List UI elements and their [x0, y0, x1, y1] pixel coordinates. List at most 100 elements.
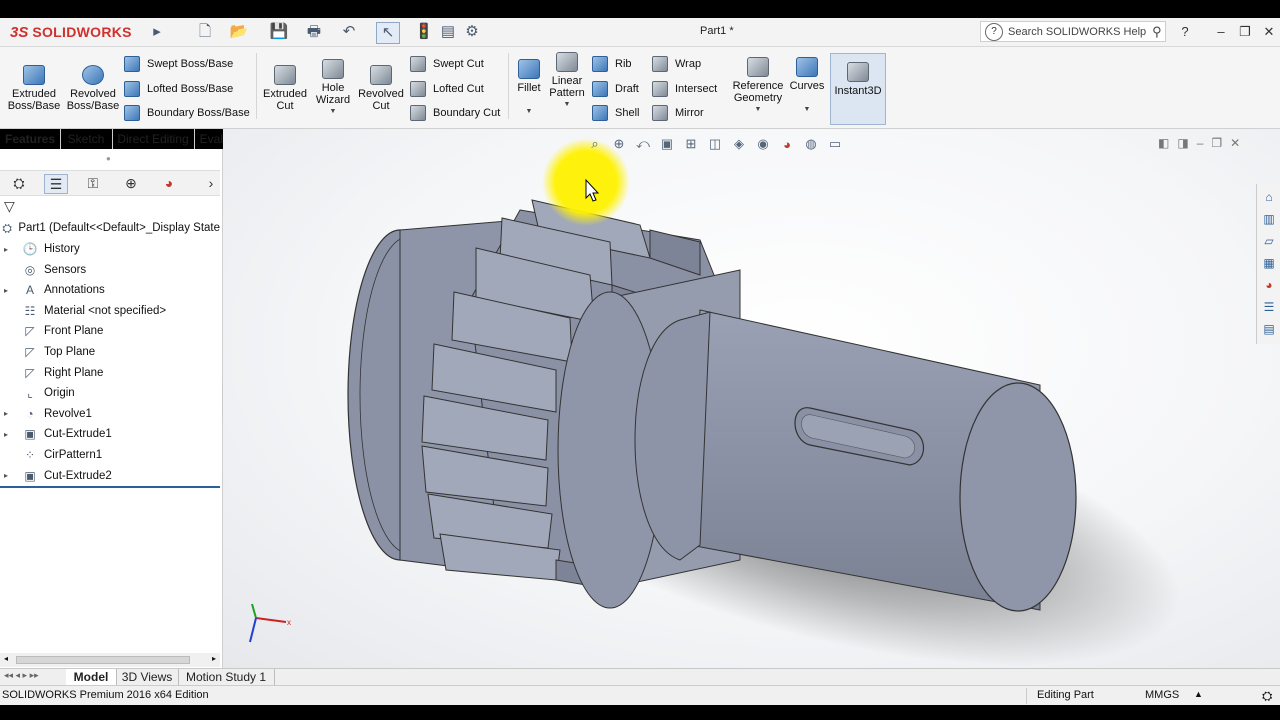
- viewport-restore-icon[interactable]: ❐: [1211, 136, 1222, 150]
- revolved-cut-button[interactable]: Revolved Cut: [356, 65, 406, 112]
- solidworks-resources-icon[interactable]: ⌂: [1260, 188, 1278, 206]
- print-icon[interactable]: 🖶: [303, 22, 325, 42]
- expand-arrow-icon[interactable]: ▸: [4, 286, 14, 295]
- view-palette-icon[interactable]: ▦: [1260, 254, 1278, 272]
- hide-show-items-icon[interactable]: ◉: [751, 136, 775, 152]
- curves-button[interactable]: Curves ▼: [788, 57, 826, 116]
- file-explorer-icon[interactable]: ▱: [1260, 232, 1278, 250]
- wrap-button[interactable]: Wrap: [652, 54, 701, 74]
- tree-item[interactable]: ☷ Material <not specified>: [0, 301, 220, 321]
- tree-item[interactable]: ⁘ CirPattern1: [0, 445, 220, 465]
- featuremanager-tree-icon[interactable]: ⛭: [8, 174, 30, 192]
- expand-arrow-icon[interactable]: ▸: [4, 409, 14, 418]
- expand-arrow-icon[interactable]: ▸: [4, 430, 14, 439]
- extruded-boss-button[interactable]: Extruded Boss/Base: [6, 65, 62, 112]
- tree-item[interactable]: ▸ ▣ Cut-Extrude1: [0, 424, 220, 444]
- appearances-icon[interactable]: ◕: [1260, 276, 1278, 294]
- gear-shaft-model[interactable]: x: [223, 129, 1280, 670]
- hole-wizard-dropdown-icon[interactable]: ▼: [310, 106, 356, 118]
- fillet-dropdown-icon[interactable]: ▼: [512, 106, 546, 118]
- zoom-to-fit-icon[interactable]: ⌕: [583, 136, 607, 152]
- expand-arrow-icon[interactable]: ▸: [4, 245, 14, 254]
- rib-button[interactable]: Rib: [592, 54, 632, 74]
- filter-icon[interactable]: ▽: [4, 198, 15, 215]
- tree-item[interactable]: ⌞ Origin: [0, 383, 220, 403]
- shell-button[interactable]: Shell: [592, 103, 639, 123]
- curves-dropdown-icon[interactable]: ▼: [788, 104, 826, 116]
- menu-expand-arrow-icon[interactable]: ▸: [146, 22, 168, 42]
- units-dropdown-icon[interactable]: ▲: [1194, 689, 1203, 699]
- scrollbar-thumb[interactable]: [16, 656, 190, 664]
- swept-cut-button[interactable]: Swept Cut: [410, 54, 484, 74]
- hole-wizard-button[interactable]: Hole Wizard ▼: [310, 59, 356, 118]
- tab-model[interactable]: Model: [66, 669, 117, 686]
- configurationmanager-icon[interactable]: ⚿: [82, 174, 104, 192]
- forum-icon[interactable]: ▤: [1260, 320, 1278, 338]
- intersect-button[interactable]: Intersect: [652, 79, 717, 99]
- search-icon[interactable]: ⚲: [1152, 24, 1162, 40]
- tab-scroll-arrows-icon[interactable]: ◂◂ ◂ ▸ ▸▸: [4, 670, 39, 681]
- extruded-cut-button[interactable]: Extruded Cut: [260, 65, 310, 112]
- graphics-area[interactable]: x: [223, 129, 1280, 670]
- tab-features[interactable]: Features: [0, 129, 61, 149]
- tree-item[interactable]: ◎ Sensors: [0, 260, 220, 280]
- linear-pattern-button[interactable]: Linear Pattern ▼: [546, 52, 588, 111]
- customize-statusbar-icon[interactable]: ⛭: [1262, 688, 1272, 704]
- file-properties-icon[interactable]: ▤: [437, 22, 459, 42]
- instant3d-button[interactable]: Instant3D: [830, 53, 886, 125]
- more-managers-arrow-icon[interactable]: ›: [200, 174, 222, 192]
- open-icon[interactable]: 📂: [228, 22, 250, 42]
- display-style-icon[interactable]: ◈: [727, 136, 751, 152]
- new-document-icon[interactable]: 🗋: [194, 22, 216, 42]
- dynamic-annotation-icon[interactable]: ⊞: [679, 136, 703, 152]
- draft-button[interactable]: Draft: [592, 79, 639, 99]
- viewport-split-icon[interactable]: ◨: [1177, 136, 1188, 150]
- boundary-boss-button[interactable]: Boundary Boss/Base: [124, 103, 250, 123]
- tab-motion-study[interactable]: Motion Study 1: [178, 669, 275, 686]
- swept-boss-button[interactable]: Swept Boss/Base: [124, 54, 233, 74]
- units-label[interactable]: MMGS: [1145, 689, 1179, 701]
- dimxpertmanager-icon[interactable]: ⊕: [120, 174, 142, 192]
- revolved-boss-button[interactable]: Revolved Boss/Base: [66, 65, 120, 112]
- help-search-box[interactable]: ? Search SOLIDWORKS Help ⚲: [980, 21, 1166, 42]
- reference-geometry-dropdown-icon[interactable]: ▼: [730, 104, 786, 116]
- displaymanager-icon[interactable]: ◕: [158, 174, 180, 192]
- restore-icon[interactable]: ❐: [1234, 22, 1256, 42]
- custom-properties-icon[interactable]: ☰: [1260, 298, 1278, 316]
- section-view-icon[interactable]: ▣: [655, 136, 679, 152]
- select-icon[interactable]: ↖: [376, 22, 400, 44]
- expand-arrow-icon[interactable]: ▸: [4, 471, 14, 480]
- zoom-to-area-icon[interactable]: ⊕: [607, 136, 631, 152]
- scroll-right-arrow-icon[interactable]: ▸: [212, 654, 216, 663]
- horizontal-scrollbar[interactable]: ◂ ▸: [0, 653, 220, 667]
- lofted-cut-button[interactable]: Lofted Cut: [410, 79, 484, 99]
- viewport-close-icon[interactable]: ✕: [1230, 136, 1240, 150]
- tree-item[interactable]: ◸ Top Plane: [0, 342, 220, 362]
- rebuild-icon[interactable]: 🚦: [413, 22, 435, 42]
- tab-sketch[interactable]: Sketch: [60, 129, 113, 149]
- help-menu-icon[interactable]: ?: [1174, 22, 1196, 42]
- options-gear-icon[interactable]: ⚙: [461, 22, 483, 42]
- save-icon[interactable]: 💾: [268, 22, 290, 42]
- apply-scene-icon[interactable]: ◍: [799, 136, 823, 152]
- tab-direct-editing[interactable]: Direct Editing: [112, 129, 195, 149]
- tree-item[interactable]: ▸ ▣ Cut-Extrude2: [0, 466, 220, 486]
- viewport-tile-icon[interactable]: ◧: [1158, 136, 1169, 150]
- tree-item[interactable]: ▸ 🕒 History: [0, 239, 220, 259]
- close-icon[interactable]: ✕: [1258, 22, 1280, 42]
- view-orientation-icon[interactable]: ◫: [703, 136, 727, 152]
- tree-item[interactable]: ◸ Front Plane: [0, 321, 220, 341]
- solidworks-logo[interactable]: 3S SOLIDWORKS: [10, 21, 132, 43]
- viewport-minimize-icon[interactable]: –: [1197, 136, 1204, 150]
- propertymanager-icon[interactable]: ☰: [44, 174, 68, 194]
- scroll-left-arrow-icon[interactable]: ◂: [4, 654, 8, 663]
- boundary-cut-button[interactable]: Boundary Cut: [410, 103, 500, 123]
- tree-item[interactable]: ▸ ◔ Revolve1: [0, 404, 220, 424]
- reference-geometry-button[interactable]: Reference Geometry ▼: [730, 57, 786, 116]
- tab-3d-views[interactable]: 3D Views: [116, 669, 179, 686]
- mirror-button[interactable]: Mirror: [652, 103, 704, 123]
- previous-view-icon[interactable]: ⤺: [631, 136, 655, 152]
- tree-root-part[interactable]: ⛭ Part1 (Default<<Default>_Display State: [0, 218, 220, 238]
- fillet-button[interactable]: Fillet ▼: [512, 59, 546, 118]
- panel-grip-icon[interactable]: ●: [106, 154, 111, 163]
